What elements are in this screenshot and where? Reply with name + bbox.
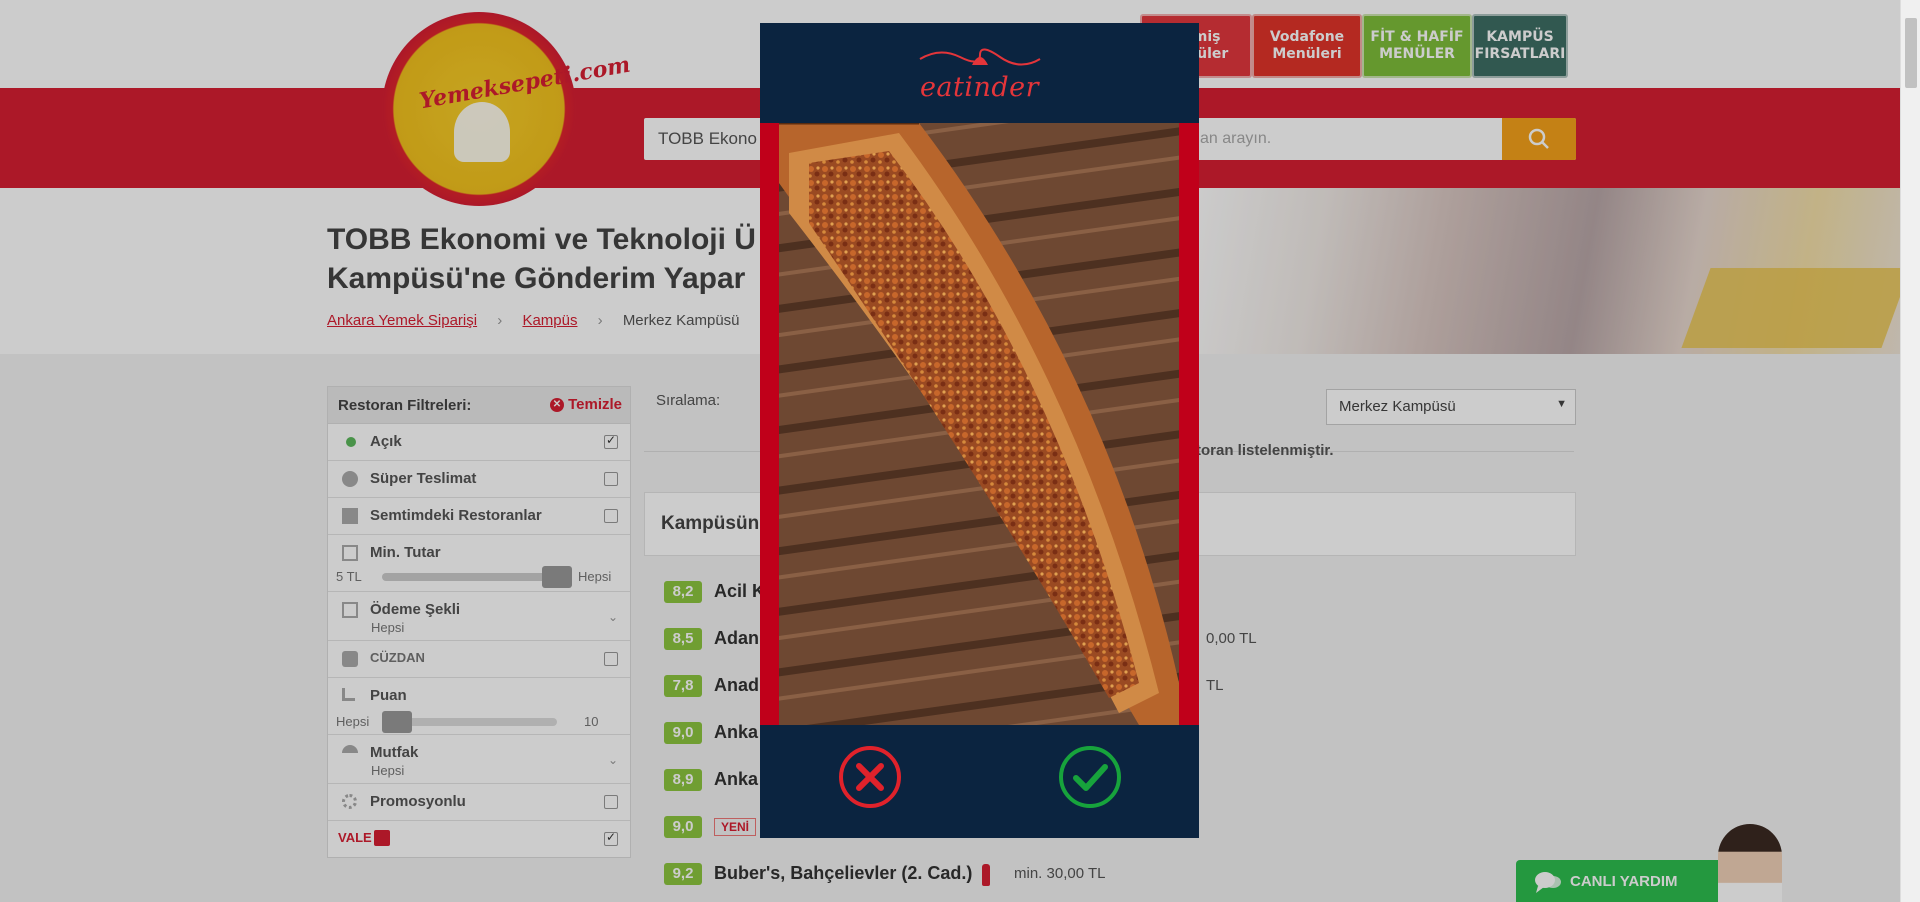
food-photo[interactable] xyxy=(779,123,1179,725)
close-icon xyxy=(839,746,901,808)
eatinder-modal: eatinder xyxy=(760,23,1199,838)
page-scrollbar[interactable] xyxy=(1900,0,1920,902)
eatinder-logo: eatinder xyxy=(919,71,1040,103)
ornament-icon xyxy=(919,48,1041,66)
pide-image xyxy=(779,123,1179,725)
modal-header: eatinder xyxy=(760,23,1199,123)
check-icon xyxy=(1059,746,1121,808)
scrollbar-thumb[interactable] xyxy=(1905,18,1917,88)
accept-button[interactable] xyxy=(1058,745,1122,809)
reject-button[interactable] xyxy=(838,745,902,809)
photo-frame xyxy=(760,123,1199,725)
